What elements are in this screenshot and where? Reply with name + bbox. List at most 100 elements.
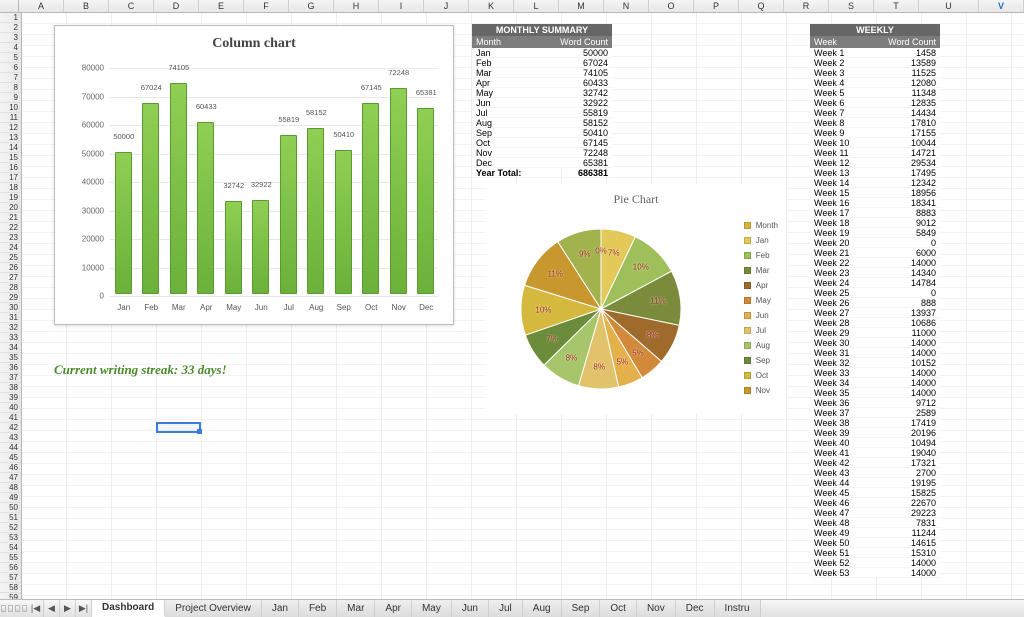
table-row[interactable]: Week 5214000 (810, 558, 940, 568)
table-row[interactable]: Week 4515825 (810, 488, 940, 498)
table-row[interactable]: Week 3210152 (810, 358, 940, 368)
row-header-31[interactable]: 31 (0, 313, 21, 323)
column-header-E[interactable]: E (199, 0, 244, 12)
table-row[interactable]: Week 2911000 (810, 328, 940, 338)
table-row[interactable]: Jan50000 (472, 48, 612, 58)
table-row[interactable]: Feb67024 (472, 58, 612, 68)
table-row[interactable]: Week 4622670 (810, 498, 940, 508)
tab-nav-last[interactable]: ▶| (76, 600, 92, 617)
row-header-18[interactable]: 18 (0, 183, 21, 193)
table-row[interactable]: Week 3114000 (810, 348, 940, 358)
table-row[interactable]: Week 26888 (810, 298, 940, 308)
row-header-29[interactable]: 29 (0, 293, 21, 303)
bar-Apr[interactable] (197, 122, 214, 294)
table-row[interactable]: Week 1010044 (810, 138, 940, 148)
column-header-L[interactable]: L (514, 0, 559, 12)
row-header-56[interactable]: 56 (0, 563, 21, 573)
row-header-52[interactable]: 52 (0, 523, 21, 533)
table-row[interactable]: Week 4010494 (810, 438, 940, 448)
column-header-U[interactable]: U (919, 0, 979, 12)
row-header-12[interactable]: 12 (0, 123, 21, 133)
row-header-2[interactable]: 2 (0, 23, 21, 33)
bar-Oct[interactable] (362, 103, 379, 294)
table-row[interactable]: Week 612835 (810, 98, 940, 108)
sheet-tab-jul[interactable]: Jul (489, 600, 523, 617)
table-row[interactable]: Apr60433 (472, 78, 612, 88)
pie-legend-item-Nov[interactable]: Nov (744, 383, 778, 398)
column-header-J[interactable]: J (424, 0, 469, 12)
row-header-43[interactable]: 43 (0, 433, 21, 443)
pie-legend-item-Feb[interactable]: Feb (744, 248, 778, 263)
pie-legend-item-Oct[interactable]: Oct (744, 368, 778, 383)
row-header-57[interactable]: 57 (0, 573, 21, 583)
row-header-53[interactable]: 53 (0, 533, 21, 543)
column-header-O[interactable]: O (649, 0, 694, 12)
column-header-R[interactable]: R (784, 0, 829, 12)
row-header-23[interactable]: 23 (0, 233, 21, 243)
sheet-tab-dashboard[interactable]: Dashboard (92, 600, 165, 617)
column-chart[interactable]: Column chart 010000200003000040000500006… (54, 25, 454, 325)
table-row[interactable]: Jul55819 (472, 108, 612, 118)
bar-Jul[interactable] (280, 135, 297, 294)
row-header-14[interactable]: 14 (0, 143, 21, 153)
pie-legend-item-May[interactable]: May (744, 293, 778, 308)
row-header-55[interactable]: 55 (0, 553, 21, 563)
table-row[interactable]: Week 372589 (810, 408, 940, 418)
table-row[interactable]: Week 3014000 (810, 338, 940, 348)
table-row[interactable]: Week 195849 (810, 228, 940, 238)
table-row[interactable]: Week 714434 (810, 108, 940, 118)
row-header-58[interactable]: 58 (0, 583, 21, 593)
table-row[interactable]: Week 250 (810, 288, 940, 298)
table-row[interactable]: Week 432700 (810, 468, 940, 478)
row-header-11[interactable]: 11 (0, 113, 21, 123)
sheet-tab-jan[interactable]: Jan (262, 600, 299, 617)
row-header-4[interactable]: 4 (0, 43, 21, 53)
bar-Mar[interactable] (170, 83, 187, 294)
bar-Sep[interactable] (335, 150, 352, 294)
row-header-48[interactable]: 48 (0, 483, 21, 493)
table-row[interactable]: Week 817810 (810, 118, 940, 128)
active-cell[interactable] (156, 422, 201, 433)
table-row[interactable]: Week 213589 (810, 58, 940, 68)
row-header-17[interactable]: 17 (0, 173, 21, 183)
table-row[interactable]: Week 4911244 (810, 528, 940, 538)
table-row[interactable]: Week 178883 (810, 208, 940, 218)
bar-Dec[interactable] (417, 108, 434, 294)
pie-chart[interactable]: Pie Chart 0%7%10%11%8%5%5%8%8%7%10%11%9%… (486, 184, 786, 414)
bar-Nov[interactable] (390, 88, 407, 294)
table-row[interactable]: Nov72248 (472, 148, 612, 158)
table-row[interactable]: Week 5115310 (810, 548, 940, 558)
sheet-tab-project-overview[interactable]: Project Overview (165, 600, 262, 617)
table-row[interactable]: Week 369712 (810, 398, 940, 408)
row-header-15[interactable]: 15 (0, 153, 21, 163)
row-header-45[interactable]: 45 (0, 453, 21, 463)
table-row[interactable]: Week 2214000 (810, 258, 940, 268)
table-row[interactable]: Week 216000 (810, 248, 940, 258)
table-row[interactable]: Week 2713937 (810, 308, 940, 318)
row-header-9[interactable]: 9 (0, 93, 21, 103)
row-header-39[interactable]: 39 (0, 393, 21, 403)
column-header-H[interactable]: H (334, 0, 379, 12)
sheet-tab-oct[interactable]: Oct (600, 600, 637, 617)
table-row[interactable]: Dec65381 (472, 158, 612, 168)
column-header-B[interactable]: B (64, 0, 109, 12)
row-header-49[interactable]: 49 (0, 493, 21, 503)
row-header-26[interactable]: 26 (0, 263, 21, 273)
sheet-tab-sep[interactable]: Sep (562, 600, 601, 617)
row-header-40[interactable]: 40 (0, 403, 21, 413)
row-header-33[interactable]: 33 (0, 333, 21, 343)
row-header-50[interactable]: 50 (0, 503, 21, 513)
table-row[interactable]: Week 4729223 (810, 508, 940, 518)
table-row[interactable]: Week 4217321 (810, 458, 940, 468)
table-row[interactable]: Week 412080 (810, 78, 940, 88)
sheet-tab-nov[interactable]: Nov (637, 600, 676, 617)
sheet-tab-jun[interactable]: Jun (452, 600, 489, 617)
tab-nav-prev[interactable]: ◀ (44, 600, 60, 617)
sheet-tab-dec[interactable]: Dec (676, 600, 715, 617)
pie-legend-item-Jun[interactable]: Jun (744, 308, 778, 323)
column-header-K[interactable]: K (469, 0, 514, 12)
row-header-41[interactable]: 41 (0, 413, 21, 423)
column-header-V[interactable]: V (979, 0, 1024, 12)
pie-legend-item-Aug[interactable]: Aug (744, 338, 778, 353)
row-header-46[interactable]: 46 (0, 463, 21, 473)
